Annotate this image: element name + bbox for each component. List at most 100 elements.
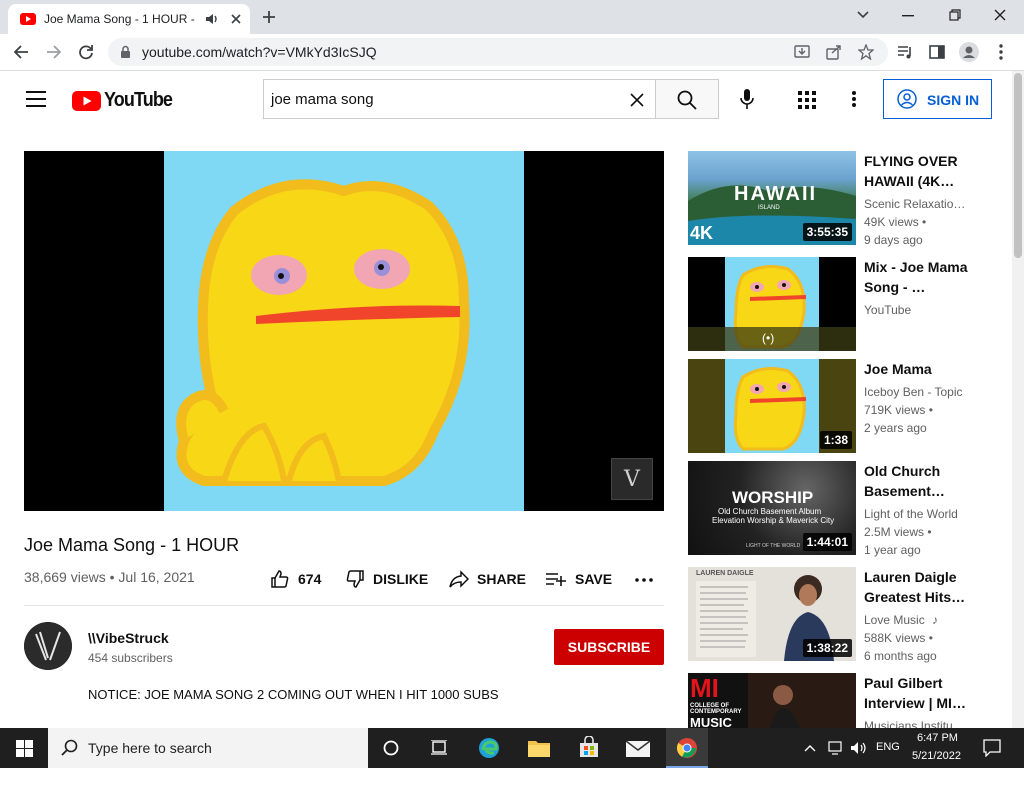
side-panel-icon[interactable] xyxy=(929,44,945,60)
new-tab-icon[interactable] xyxy=(262,10,276,24)
recommendation-item[interactable]: WORSHIP Old Church Basement Album Elevat… xyxy=(688,461,1012,557)
dislike-button[interactable]: DISLIKE xyxy=(345,569,428,589)
settings-more-icon[interactable] xyxy=(852,91,856,107)
taskbar-search-input[interactable]: Type here to search xyxy=(48,728,368,768)
upload-date: Jul 16, 2021 xyxy=(118,569,195,585)
more-actions-icon[interactable] xyxy=(635,578,653,582)
recommendation-title[interactable]: FLYING OVER HAWAII (4K… xyxy=(864,151,968,191)
recommendation-item[interactable]: MI COLLEGE OF CONTEMPORARY MUSIC Paul Gi… xyxy=(688,673,1012,728)
windows-taskbar: Type here to search ENG 6:47 PM 5/21/202… xyxy=(0,728,1024,768)
tab-close-icon[interactable] xyxy=(230,13,242,25)
recommendation-thumbnail[interactable]: HAWAII ISLAND 4K 3:55:35 xyxy=(688,151,856,245)
recommendation-age: 1 year ago xyxy=(864,543,921,557)
install-app-icon[interactable] xyxy=(794,44,810,60)
file-explorer-icon[interactable] xyxy=(528,738,550,757)
page-scrollbar[interactable] xyxy=(1012,71,1024,728)
like-button[interactable]: 674 xyxy=(270,569,321,589)
back-icon[interactable] xyxy=(13,44,29,60)
youtube-logo[interactable]: YouTube xyxy=(72,89,180,112)
edge-icon[interactable] xyxy=(478,737,500,759)
duration-badge: 3:55:35 xyxy=(802,223,852,241)
bookmark-star-icon[interactable] xyxy=(858,44,874,60)
recommendation-channel[interactable]: Iceboy Ben - Topic xyxy=(864,385,963,399)
share-page-icon[interactable] xyxy=(826,44,842,60)
recommendation-channel[interactable]: Scenic Relaxatio… xyxy=(864,197,965,211)
language-indicator[interactable]: ENG xyxy=(876,741,900,781)
show-hidden-icons-icon[interactable] xyxy=(804,744,816,752)
like-count: 674 xyxy=(298,571,322,587)
thumbs-up-icon xyxy=(270,569,290,589)
recommendation-item[interactable]: 1:38 Joe Mama Iceboy Ben - Topic 719K vi… xyxy=(688,359,1012,453)
reload-icon[interactable] xyxy=(78,44,94,60)
network-icon[interactable] xyxy=(828,741,844,755)
hamburger-menu-icon[interactable] xyxy=(26,91,46,107)
recommendation-title[interactable]: Lauren Daigle Greatest Hits… xyxy=(864,567,968,607)
sign-in-button[interactable]: SIGN IN xyxy=(883,79,992,119)
recommendation-thumbnail[interactable]: (•) xyxy=(688,257,856,351)
recommendation-thumbnail[interactable]: 1:38 xyxy=(688,359,856,453)
video-player[interactable]: V xyxy=(24,151,664,511)
search-input[interactable]: joe mama song xyxy=(263,79,656,119)
video-description: NOTICE: JOE MAMA SONG 2 COMING OUT WHEN … xyxy=(88,687,499,702)
profile-avatar-icon[interactable] xyxy=(959,42,979,62)
thumb-subcaption-2: MUSIC xyxy=(690,715,732,728)
youtube-favicon-icon xyxy=(20,13,36,25)
apps-grid-icon[interactable] xyxy=(798,91,816,109)
sign-in-label: SIGN IN xyxy=(927,92,980,108)
mix-radio-icon: (•) xyxy=(762,331,775,345)
recommendation-title[interactable]: Mix - Joe Mama Song - … xyxy=(864,257,968,297)
minimize-icon[interactable] xyxy=(902,15,914,17)
store-icon[interactable] xyxy=(578,736,600,758)
thumb-4k-badge: 4K xyxy=(690,223,714,243)
url-text: youtube.com/watch?v=VMkYd3IcSJQ xyxy=(142,44,377,60)
chrome-menu-icon[interactable] xyxy=(999,44,1003,60)
thumb-caption: LAUREN DAIGLE xyxy=(696,570,754,577)
subscribe-button[interactable]: SUBSCRIBE xyxy=(554,629,664,665)
browser-tab[interactable]: Joe Mama Song - 1 HOUR - xyxy=(8,4,250,34)
subscribe-label: SUBSCRIBE xyxy=(567,639,651,655)
windows-start-icon[interactable] xyxy=(16,740,33,757)
scrollbar-thumb[interactable] xyxy=(1014,73,1022,258)
recommendation-item[interactable]: LAUREN DAIGLE 1:38:22 Lauren Daigle Grea… xyxy=(688,567,1012,663)
recommendation-item[interactable]: HAWAII ISLAND 4K 3:55:35 FLYING OVER HAW… xyxy=(688,151,1012,247)
address-bar[interactable]: youtube.com/watch?v=VMkYd3IcSJQ xyxy=(108,38,888,66)
channel-watermark[interactable]: V xyxy=(611,458,653,500)
recommendation-channel[interactable]: YouTube xyxy=(864,303,911,317)
recommendation-channel[interactable]: Love Music ♪ xyxy=(864,613,938,627)
view-count: 38,669 views xyxy=(24,569,106,585)
recommendation-item[interactable]: (•) Mix - Joe Mama Song - … YouTube xyxy=(688,257,1012,351)
task-view-icon[interactable] xyxy=(430,740,448,756)
mail-icon[interactable] xyxy=(626,739,650,757)
section-divider xyxy=(24,605,664,606)
channel-avatar[interactable] xyxy=(24,622,72,670)
tab-search-icon[interactable] xyxy=(857,11,869,19)
recommendation-views: 49K views • xyxy=(864,215,927,229)
clock-date[interactable]: 5/21/2022 xyxy=(912,750,961,790)
clear-search-icon[interactable] xyxy=(630,93,644,107)
chrome-taskbar-button[interactable] xyxy=(666,728,708,768)
share-button[interactable]: SHARE xyxy=(449,569,526,589)
lock-icon[interactable] xyxy=(120,45,131,59)
recommendation-title[interactable]: Paul Gilbert Interview | MI… xyxy=(864,673,968,713)
recommendation-title[interactable]: Joe Mama xyxy=(864,359,968,379)
save-button[interactable]: SAVE xyxy=(545,569,612,589)
notifications-icon[interactable] xyxy=(983,739,1001,757)
thumb-subcaption: ISLAND xyxy=(758,205,780,211)
thumb-caption: WORSHIP xyxy=(732,488,814,507)
restore-icon[interactable] xyxy=(949,9,961,21)
recommendation-channel[interactable]: Musicians Institu… xyxy=(864,719,965,728)
volume-icon[interactable] xyxy=(850,741,868,755)
search-button[interactable] xyxy=(655,79,719,119)
recommendation-title[interactable]: Old Church Basement… xyxy=(864,461,968,501)
channel-name[interactable]: \\VibeStruck xyxy=(88,630,169,646)
recommendation-thumbnail[interactable]: MI COLLEGE OF CONTEMPORARY MUSIC xyxy=(688,673,856,728)
cortana-icon[interactable] xyxy=(383,740,399,756)
recommendation-channel[interactable]: Light of the World xyxy=(864,507,958,521)
recommendation-thumbnail[interactable]: LAUREN DAIGLE 1:38:22 xyxy=(688,567,856,661)
forward-icon[interactable] xyxy=(46,44,62,60)
window-close-icon[interactable] xyxy=(994,9,1006,21)
recommendation-thumbnail[interactable]: WORSHIP Old Church Basement Album Elevat… xyxy=(688,461,856,555)
media-control-icon[interactable] xyxy=(897,44,913,60)
audio-playing-icon[interactable] xyxy=(205,13,219,25)
microphone-icon[interactable] xyxy=(740,89,754,110)
